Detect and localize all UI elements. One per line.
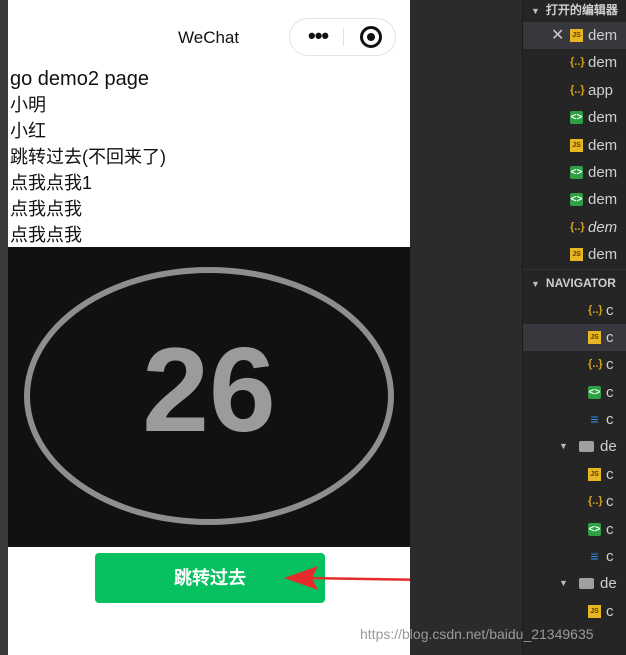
file-row[interactable]: JS dem: [523, 132, 626, 159]
number-image: 26: [8, 247, 410, 547]
close-icon[interactable]: ✕: [551, 22, 564, 49]
file-name: c: [606, 493, 614, 511]
simulator-frame-edge: [0, 0, 8, 655]
file-name: c: [606, 465, 614, 483]
open-editors-header[interactable]: ▼ 打开的编辑器: [523, 0, 626, 22]
file-name: dem: [588, 163, 618, 181]
file-name: dem: [588, 109, 618, 127]
file-row[interactable]: JS c: [523, 598, 626, 625]
file-name: app: [588, 81, 614, 99]
js-file-icon: JS: [588, 467, 601, 481]
css-file-icon: ≡: [590, 548, 599, 565]
file-row[interactable]: JS c: [523, 461, 626, 488]
file-row[interactable]: ≡ c: [523, 406, 626, 433]
js-file-icon: JS: [570, 248, 583, 262]
page-heading: go demo2 page: [10, 68, 150, 90]
file-name: de: [600, 438, 617, 456]
file-name: c: [606, 356, 614, 374]
js-file-icon: JS: [570, 138, 583, 152]
watermark: https://blog.csdn.net/baidu_21349635: [360, 626, 594, 642]
file-row[interactable]: <> c: [523, 516, 626, 543]
file-row[interactable]: ≡ c: [523, 543, 626, 570]
file-row[interactable]: JS c: [523, 323, 626, 352]
file-name: c: [606, 411, 614, 429]
css-file-icon: ≡: [590, 411, 599, 428]
open-editors-list: ✕ JS dem {..} dem {..} app <> dem JS dem <> dem <> dem…: [523, 22, 626, 269]
file-row[interactable]: <> c: [523, 379, 626, 406]
file-row[interactable]: {..} c: [523, 488, 626, 515]
folder-icon: [579, 578, 594, 590]
text-xiaohong: 小红: [10, 121, 46, 141]
file-name: dem: [588, 218, 618, 236]
file-name: dem: [588, 27, 618, 44]
wxml-file-icon: <>: [570, 111, 583, 125]
json-file-icon: {..}: [588, 358, 603, 371]
wxml-file-icon: <>: [588, 522, 601, 536]
file-name: c: [606, 383, 614, 401]
file-name: c: [606, 548, 614, 566]
collapse-caret-icon: ▼: [531, 6, 540, 16]
js-file-icon: JS: [588, 604, 601, 618]
editor-area: [410, 0, 522, 655]
file-name: dem: [588, 136, 618, 154]
collapse-caret-icon: ▼: [531, 278, 540, 289]
file-name: c: [606, 602, 614, 620]
folder-row[interactable]: ▼ de: [523, 570, 626, 597]
wxml-file-icon: <>: [570, 193, 583, 207]
file-row[interactable]: {..} dem: [523, 214, 626, 241]
json-file-icon: {..}: [588, 303, 603, 316]
tap-me-3[interactable]: 点我点我: [10, 222, 408, 248]
file-row[interactable]: JS dem: [523, 241, 626, 268]
json-file-icon: {..}: [588, 495, 603, 508]
file-row[interactable]: <> dem: [523, 104, 626, 131]
file-row[interactable]: {..} c: [523, 351, 626, 378]
navigation-bar: WeChat •••: [8, 0, 410, 66]
folder-row[interactable]: ▼ de: [523, 433, 626, 460]
navigator-tree: {..} c JS c {..} c <> c ≡ c ▼ de JS c {..} c <> c ≡ c ▼ de JS c: [523, 297, 626, 626]
file-name: dem: [588, 54, 618, 72]
js-file-icon: JS: [588, 330, 601, 344]
json-file-icon: {..}: [570, 220, 585, 233]
navigator-header[interactable]: ▼ NAVIGATOR: [523, 268, 626, 295]
file-row[interactable]: <> dem: [523, 159, 626, 186]
explorer-panel: ▼ 打开的编辑器 ✕ JS dem {..} dem {..} app <> dem JS dem <>…: [522, 0, 626, 655]
file-name: dem: [588, 246, 618, 264]
folder-icon: [579, 441, 594, 453]
image-number: 26: [142, 323, 276, 457]
expand-caret-icon[interactable]: ▼: [559, 433, 568, 460]
file-row[interactable]: {..} c: [523, 297, 626, 324]
file-row[interactable]: <> dem: [523, 186, 626, 213]
page-content: go demo2 page 小明 小红 跳转过去(不回来了) 点我点我1 点我点…: [10, 66, 408, 248]
close-miniprogram-icon[interactable]: [360, 26, 382, 48]
tap-me-2[interactable]: 点我点我: [10, 196, 408, 222]
more-icon[interactable]: •••: [308, 19, 329, 53]
text-xiaoming: 小明: [10, 95, 46, 115]
capsule-divider: [343, 28, 344, 46]
json-file-icon: {..}: [570, 83, 585, 96]
redirect-link[interactable]: 跳转过去(不回来了): [10, 144, 408, 170]
wxml-file-icon: <>: [570, 165, 583, 179]
tap-me-1[interactable]: 点我点我1: [10, 170, 408, 196]
json-file-icon: {..}: [570, 56, 585, 69]
expand-caret-icon[interactable]: ▼: [559, 570, 568, 597]
js-file-icon: JS: [570, 29, 583, 42]
capsule-menu: •••: [289, 18, 396, 56]
file-name: dem: [588, 191, 618, 209]
phone-simulator: WeChat ••• go demo2 page 小明 小红 跳转过去(不回来了…: [8, 0, 410, 655]
nav-title: WeChat: [178, 28, 240, 47]
file-name: c: [606, 520, 614, 538]
file-name: c: [606, 301, 614, 319]
file-name: c: [606, 328, 614, 346]
file-name: de: [600, 575, 617, 593]
file-row[interactable]: ✕ JS dem: [523, 22, 626, 50]
file-row[interactable]: {..} dem: [523, 49, 626, 76]
wxml-file-icon: <>: [588, 385, 601, 399]
file-row[interactable]: {..} app: [523, 77, 626, 104]
